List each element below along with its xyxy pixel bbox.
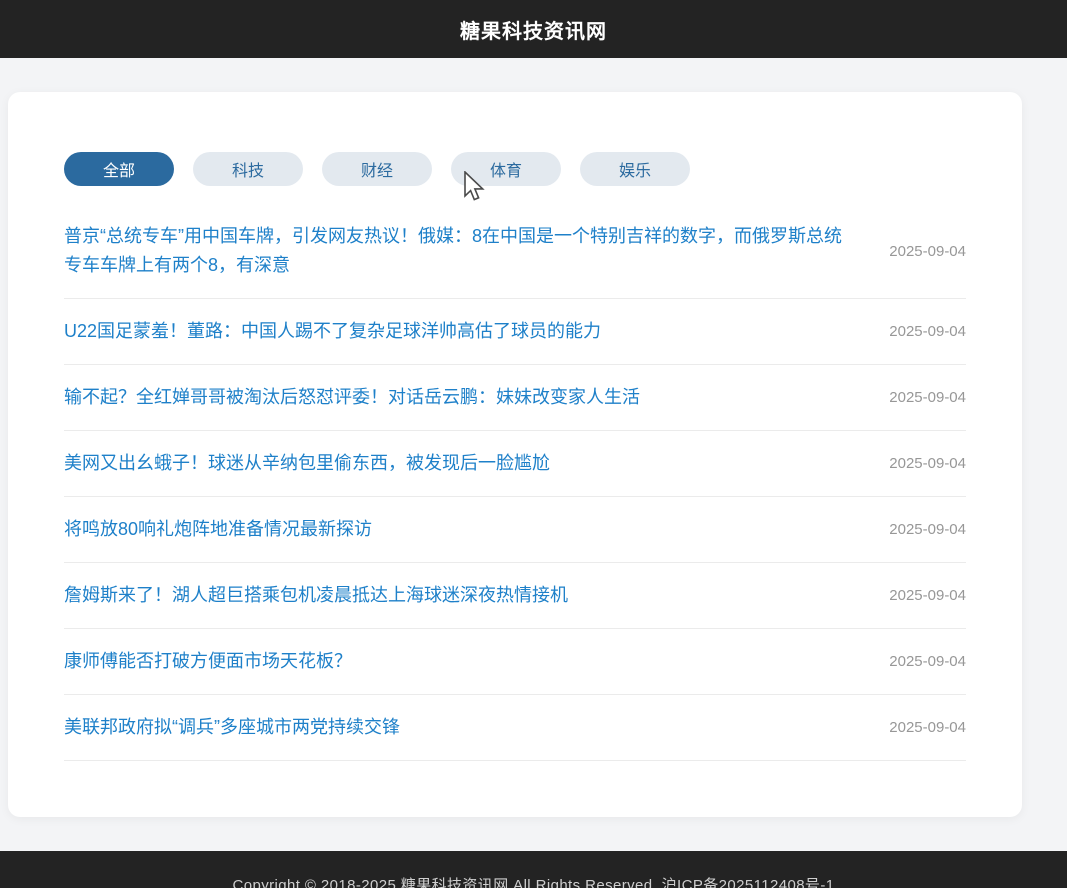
- article-date: 2025-09-04: [889, 455, 966, 472]
- tab-entertainment[interactable]: 娱乐: [580, 152, 690, 186]
- article-date: 2025-09-04: [889, 521, 966, 538]
- article-link[interactable]: 输不起？全红婵哥哥被淘汰后怒怼评委！对话岳云鹏：妹妹改变家人生活: [64, 383, 889, 412]
- copyright-text: Copyright © 2018-2025 糖果科技资讯网 All Rights…: [233, 877, 835, 888]
- article-row: 将鸣放80响礼炮阵地准备情况最新探访2025-09-04: [64, 497, 966, 563]
- article-date: 2025-09-04: [889, 587, 966, 604]
- article-row: 美网又出幺蛾子！球迷从辛纳包里偷东西，被发现后一脸尴尬2025-09-04: [64, 431, 966, 497]
- article-link[interactable]: 美联邦政府拟“调兵”多座城市两党持续交锋: [64, 713, 889, 742]
- article-date: 2025-09-04: [889, 243, 966, 260]
- article-row: 康师傅能否打破方便面市场天花板？2025-09-04: [64, 629, 966, 695]
- category-tabs: 全部科技财经体育娱乐: [64, 152, 966, 186]
- article-link[interactable]: 普京“总统专车”用中国车牌，引发网友热议！俄媒：8在中国是一个特别吉祥的数字，而…: [64, 222, 889, 280]
- site-footer: Copyright © 2018-2025 糖果科技资讯网 All Rights…: [0, 851, 1067, 888]
- article-date: 2025-09-04: [889, 323, 966, 340]
- article-row: 输不起？全红婵哥哥被淘汰后怒怼评委！对话岳云鹏：妹妹改变家人生活2025-09-…: [64, 365, 966, 431]
- article-row: 美联邦政府拟“调兵”多座城市两党持续交锋2025-09-04: [64, 695, 966, 761]
- tab-sports[interactable]: 体育: [451, 152, 561, 186]
- article-row: U22国足蒙羞！董路：中国人踢不了复杂足球洋帅高估了球员的能力2025-09-0…: [64, 299, 966, 365]
- content-card: 全部科技财经体育娱乐 普京“总统专车”用中国车牌，引发网友热议！俄媒：8在中国是…: [8, 92, 1022, 817]
- article-link[interactable]: 詹姆斯来了！湖人超巨搭乘包机凌晨抵达上海球迷深夜热情接机: [64, 581, 889, 610]
- article-list: 普京“总统专车”用中国车牌，引发网友热议！俄媒：8在中国是一个特别吉祥的数字，而…: [64, 204, 966, 761]
- article-link[interactable]: 美网又出幺蛾子！球迷从辛纳包里偷东西，被发现后一脸尴尬: [64, 449, 889, 478]
- article-row: 普京“总统专车”用中国车牌，引发网友热议！俄媒：8在中国是一个特别吉祥的数字，而…: [64, 204, 966, 299]
- tab-tech[interactable]: 科技: [193, 152, 303, 186]
- article-link[interactable]: 康师傅能否打破方便面市场天花板？: [64, 647, 889, 676]
- tab-all[interactable]: 全部: [64, 152, 174, 186]
- article-date: 2025-09-04: [889, 653, 966, 670]
- article-link[interactable]: U22国足蒙羞！董路：中国人踢不了复杂足球洋帅高估了球员的能力: [64, 317, 889, 346]
- article-link[interactable]: 将鸣放80响礼炮阵地准备情况最新探访: [64, 515, 889, 544]
- article-date: 2025-09-04: [889, 389, 966, 406]
- site-header: 糖果科技资讯网: [0, 0, 1067, 58]
- site-title: 糖果科技资讯网: [460, 15, 607, 44]
- tab-finance[interactable]: 财经: [322, 152, 432, 186]
- article-row: 詹姆斯来了！湖人超巨搭乘包机凌晨抵达上海球迷深夜热情接机2025-09-04: [64, 563, 966, 629]
- article-date: 2025-09-04: [889, 719, 966, 736]
